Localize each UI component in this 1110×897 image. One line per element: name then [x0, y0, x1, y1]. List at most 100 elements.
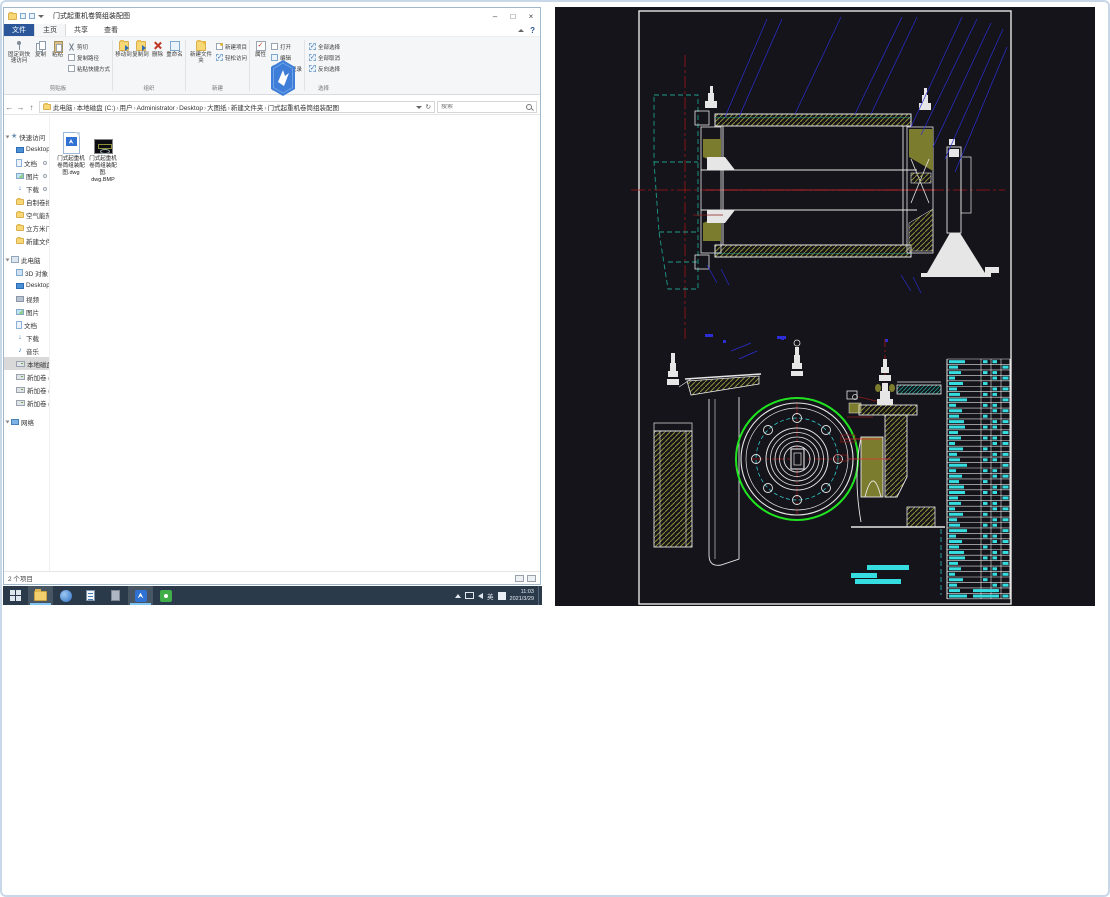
select-none-button[interactable]: 全部取消	[309, 53, 340, 62]
display-icon[interactable]	[465, 592, 474, 599]
breadcrumb-segment[interactable]: 新建文件夹	[231, 105, 264, 112]
open-button[interactable]: 打开	[271, 42, 302, 51]
sidebar-item-pc-4[interactable]: 文档	[4, 318, 49, 331]
sidebar-item-qa-2[interactable]: 图片	[4, 169, 49, 182]
volume-icon[interactable]	[478, 593, 483, 599]
tab-home[interactable]: 主页	[34, 24, 66, 36]
move-to-button[interactable]: 移动到	[115, 39, 132, 58]
taskbar-app-green-app[interactable]	[153, 586, 178, 605]
sidebar-item-pc-10[interactable]: 新加卷 (F:)	[4, 396, 49, 409]
easy-access-button[interactable]: 轻松访问	[216, 53, 247, 62]
cad-drawing	[555, 7, 1095, 606]
chevron-icon[interactable]	[6, 258, 10, 261]
title-bar[interactable]: 门式起重机卷筒组装配图 – □ ×	[4, 8, 540, 24]
forward-button[interactable]: →	[15, 103, 26, 112]
bracket-section-view	[654, 353, 761, 565]
breadcrumb-segment[interactable]: 此电脑	[53, 105, 73, 112]
delete-button[interactable]: 删除	[149, 39, 166, 58]
pin-to-quick-access-button[interactable]: 固定到快速访问	[6, 39, 32, 65]
sidebar-section-network[interactable]: 网络	[4, 415, 49, 428]
taskbar-app-file-explorer[interactable]	[28, 586, 53, 605]
sidebar-item-pc-7[interactable]: 本地磁盘 (C:)	[4, 357, 49, 370]
breadcrumb-segment[interactable]: 用户	[119, 105, 132, 112]
sidebar-item-pc-2[interactable]: 视频	[4, 292, 49, 305]
copy-path-button[interactable]: 复制路径	[68, 53, 110, 62]
copy-to-button[interactable]: 复制到	[132, 39, 149, 58]
taskbar-app-notepad[interactable]	[78, 586, 103, 605]
breadcrumb-segment[interactable]: 本地磁盘 (C:)	[77, 105, 116, 112]
paste-shortcut-button[interactable]: 粘贴快捷方式	[68, 64, 110, 73]
sidebar-item-pc-0[interactable]: 3D 对象	[4, 266, 49, 279]
sidebar-item-pc-1[interactable]: Desktop	[4, 279, 49, 292]
tab-view[interactable]: 查看	[96, 24, 126, 36]
sidebar-item-qa-1[interactable]: 文档	[4, 156, 49, 169]
qat-button-icon[interactable]	[20, 13, 26, 19]
tab-file[interactable]: 文件	[4, 24, 34, 36]
refresh-icon[interactable]: ↻	[426, 103, 431, 111]
sidebar-item-pc-5[interactable]: 下载	[4, 331, 49, 344]
file-tile-bmp[interactable]: 门式起重机卷筒组装配图.dwg.BMP	[88, 128, 118, 184]
taskbar-app-office[interactable]	[103, 586, 128, 605]
collapse-ribbon-icon[interactable]	[518, 29, 524, 32]
file-tile-dwg[interactable]: 门式起重机卷筒组装配图.dwg	[56, 128, 86, 177]
sidebar-item-qa-3[interactable]: 下载	[4, 182, 49, 195]
maximize-button[interactable]: □	[504, 8, 522, 24]
new-item-button[interactable]: 新建项目	[216, 42, 247, 51]
sidebar-item-qa-4[interactable]: 自制卷扬机的装配图	[4, 195, 49, 208]
search-input[interactable]	[441, 104, 525, 110]
taskbar-app-browser[interactable]	[53, 586, 78, 605]
list-view-icon[interactable]	[515, 575, 524, 582]
file-list-pane[interactable]: 门式起重机卷筒组装配图.dwg门式起重机卷筒组装配图.dwg.BMP	[50, 116, 540, 571]
breadcrumb-segment[interactable]: 门式起重机卷筒组装配图	[268, 105, 340, 112]
sidebar-item-pc-8[interactable]: 新加卷 (D:)	[4, 370, 49, 383]
taskbar-clock[interactable]: 11:032021/3/29	[510, 589, 534, 602]
sidebar-item-qa-6[interactable]: 立方米门图纸	[4, 221, 49, 234]
address-bar[interactable]: 此电脑›本地磁盘 (C:)›用户›Administrator›Desktop›大…	[39, 101, 435, 113]
sidebar-item-qa-7[interactable]: 新建文件夹	[4, 234, 49, 247]
cut-button[interactable]: 剪切	[68, 42, 110, 51]
sidebar-item-qa-5[interactable]: 空气能热水器图纸	[4, 208, 49, 221]
back-button[interactable]: ←	[4, 103, 15, 112]
folder-icon	[16, 238, 24, 244]
tab-share[interactable]: 共享	[66, 24, 96, 36]
sidebar-item-pc-9[interactable]: 新加卷 (E:)	[4, 383, 49, 396]
sidebar-item-pc-3[interactable]: 图片	[4, 305, 49, 318]
close-button[interactable]: ×	[522, 8, 540, 24]
up-button[interactable]: ↑	[26, 103, 37, 112]
sidebar-item-label: 新加卷 (D:)	[27, 372, 50, 382]
search-box[interactable]	[437, 101, 537, 113]
documents-icon	[16, 159, 22, 167]
sidebar-item-pc-6[interactable]: 音乐	[4, 344, 49, 357]
properties-button[interactable]: 属性	[252, 39, 269, 58]
window-title: 门式起重机卷筒组装配图	[53, 11, 130, 21]
address-dropdown-icon[interactable]	[416, 106, 422, 109]
show-desktop-button[interactable]	[538, 586, 540, 605]
invert-selection-button[interactable]: 反向选择	[309, 64, 340, 73]
new-folder-button[interactable]: 新建文件夹	[188, 39, 214, 65]
thumbnail-view-icon[interactable]	[527, 575, 536, 582]
sidebar-section-quick-access[interactable]: 快速访问	[4, 130, 49, 143]
qat-button-icon[interactable]	[29, 13, 35, 19]
qat-customize-chevron-icon[interactable]	[38, 15, 44, 18]
paste-button[interactable]: 粘贴	[49, 39, 66, 58]
sidebar-section-this-pc[interactable]: 此电脑	[4, 253, 49, 266]
rename-button[interactable]: 重命名	[166, 39, 183, 58]
sidebar-item-qa-0[interactable]: Desktop	[4, 143, 49, 156]
language-indicator[interactable]: 英	[487, 591, 494, 601]
minimize-button[interactable]: –	[486, 8, 504, 24]
taskbar-app-cad-viewer[interactable]	[128, 586, 153, 605]
videos-icon	[16, 296, 24, 302]
breadcrumb-segment[interactable]: Administrator	[137, 105, 175, 112]
music-icon	[16, 347, 24, 355]
chevron-icon[interactable]	[6, 420, 10, 423]
cut-icon	[68, 43, 75, 50]
breadcrumb-segment[interactable]: Desktop	[179, 105, 203, 112]
tray-expand-icon[interactable]	[455, 594, 461, 598]
help-icon[interactable]: ?	[530, 26, 535, 35]
start-button[interactable]	[3, 586, 28, 605]
ime-icon[interactable]	[498, 592, 506, 600]
breadcrumb-segment[interactable]: 大图纸	[207, 105, 227, 112]
chevron-icon[interactable]	[6, 135, 10, 138]
select-all-button[interactable]: 全部选择	[309, 42, 340, 51]
copy-button[interactable]: 复制	[32, 39, 49, 58]
